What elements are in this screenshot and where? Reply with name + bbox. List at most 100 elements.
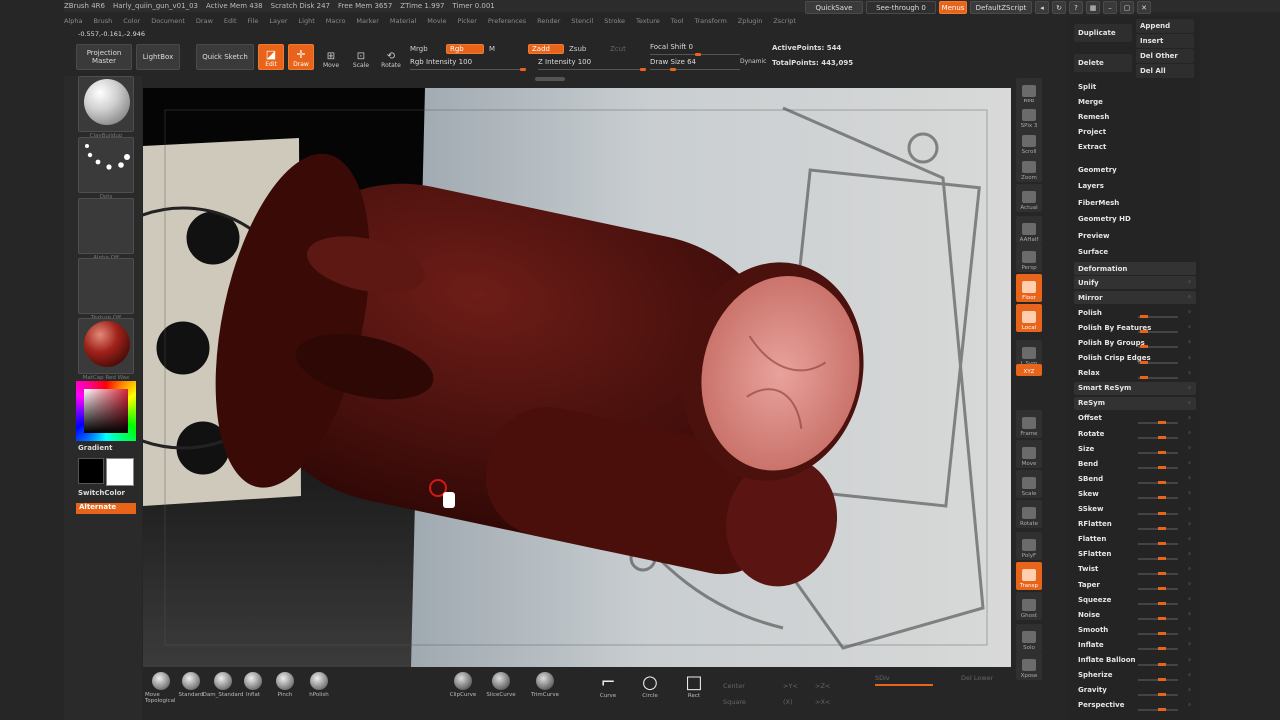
right-shelf-scale[interactable]: Scale [1016, 470, 1042, 498]
deformation-noise[interactable]: Noise ⁘ [1074, 608, 1196, 621]
options-icon[interactable]: ⁘ [1187, 400, 1192, 407]
shelf-collapse-handle[interactable] [535, 77, 565, 81]
slider-knob[interactable] [1140, 315, 1148, 319]
rotate-button[interactable]: ⟲ Rotate [378, 44, 404, 70]
deformation-polish-by-groups[interactable]: Polish By Groups ⁘ [1074, 336, 1196, 349]
refresh-icon[interactable]: ↻ [1052, 1, 1066, 14]
slider-knob[interactable] [1158, 511, 1166, 515]
deformation-relax[interactable]: Relax ⁘ [1074, 367, 1196, 380]
menu-file[interactable]: File [248, 17, 259, 25]
options-icon[interactable]: ⁘ [1187, 445, 1192, 452]
options-icon[interactable]: ⁘ [1187, 626, 1192, 633]
deformation-smooth[interactable]: Smooth ⁘ [1074, 623, 1196, 636]
maximize-icon[interactable]: ▢ [1120, 1, 1134, 14]
menu-light[interactable]: Light [299, 17, 315, 25]
deformation-slider-track[interactable] [1138, 451, 1178, 455]
options-icon[interactable]: ⁘ [1187, 672, 1192, 679]
gradient-label[interactable]: Gradient [78, 444, 112, 452]
section-preview[interactable]: Preview [1074, 229, 1196, 242]
deformation-sbend[interactable]: SBend ⁘ [1074, 472, 1196, 485]
options-icon[interactable]: ⁘ [1187, 279, 1192, 286]
options-icon[interactable]: ⁘ [1187, 702, 1192, 709]
deformation-slider-track[interactable] [1138, 556, 1178, 560]
right-shelf-ghost[interactable]: Ghost [1016, 592, 1042, 620]
options-icon[interactable]: ⁘ [1187, 309, 1192, 316]
projection-master-button[interactable]: Projection Master [76, 44, 132, 70]
options-icon[interactable]: ⁘ [1187, 460, 1192, 467]
menu-color[interactable]: Color [123, 17, 140, 25]
extract-button[interactable]: Extract [1074, 140, 1194, 154]
slider-knob[interactable] [1158, 587, 1166, 590]
alpha-slot[interactable]: Alpha Off [78, 198, 134, 261]
slider-knob[interactable] [1158, 707, 1166, 711]
deformation-resym[interactable]: ReSym ⁘ [1074, 396, 1196, 410]
deformation-slider-track[interactable] [1138, 436, 1178, 439]
slider-knob[interactable] [1158, 602, 1166, 606]
deformation-bend[interactable]: Bend ⁘ [1074, 457, 1196, 470]
slider-knob[interactable] [1140, 345, 1148, 349]
deformation-inflate-balloon[interactable]: Inflate Balloon ⁘ [1074, 654, 1196, 667]
deformation-skew[interactable]: Skew ⁘ [1074, 487, 1196, 500]
right-shelf-solo[interactable]: Solo [1016, 624, 1042, 652]
deformation-squeeze[interactable]: Squeeze ⁘ [1074, 593, 1196, 606]
deformation-slider-track[interactable] [1138, 526, 1178, 530]
section-geometry-hd[interactable]: Geometry HD [1074, 213, 1196, 226]
append-button[interactable]: Append [1136, 19, 1194, 33]
deformation-spherize[interactable]: Spherize ⁘ [1074, 669, 1196, 682]
section-fibermesh[interactable]: FiberMesh [1074, 196, 1196, 209]
see-through-slider[interactable]: See-through 0 [866, 1, 936, 14]
bottom-xx2-button[interactable]: >X< [815, 698, 830, 706]
deformation-polish-by-features[interactable]: Polish By Features ⁘ [1074, 321, 1196, 334]
slider-knob[interactable] [1158, 677, 1166, 681]
brush-slot[interactable]: ClayBuildup [78, 76, 134, 139]
slider-knob[interactable] [1158, 647, 1166, 651]
right-shelf-frame[interactable]: Frame [1016, 410, 1042, 438]
remesh-button[interactable]: Remesh [1074, 110, 1194, 124]
canvas-viewport[interactable] [143, 88, 1011, 667]
deformation-slider-track[interactable] [1138, 692, 1178, 696]
deformation-sskew[interactable]: SSkew ⁘ [1074, 503, 1196, 516]
slider-knob[interactable] [1158, 662, 1166, 666]
right-shelf-local[interactable]: Local [1016, 304, 1042, 332]
texture-slot[interactable]: Texture Off [78, 258, 134, 321]
bottom--z--button[interactable]: >Z< [815, 682, 830, 690]
deformation-slider-track[interactable] [1138, 330, 1178, 334]
deformation-slider-track[interactable] [1138, 511, 1178, 515]
menu-draw[interactable]: Draw [196, 17, 213, 25]
right-shelf-actual[interactable]: Actual [1016, 184, 1042, 212]
right-shelf-move[interactable]: Move [1016, 440, 1042, 468]
options-icon[interactable]: ⁘ [1187, 657, 1192, 664]
deformation-slider-track[interactable] [1138, 420, 1178, 424]
move-button[interactable]: ⊞ Move [318, 44, 344, 70]
bottom-sdiv-button[interactable]: SDiv [875, 674, 890, 682]
rgb-button[interactable]: Rgb [446, 44, 484, 54]
slider-knob[interactable] [1158, 496, 1166, 500]
stroke-curve-button[interactable]: ⌐ Curve [593, 672, 623, 708]
duplicate-button[interactable]: Duplicate [1074, 24, 1132, 42]
options-icon[interactable]: ⁘ [1187, 385, 1192, 392]
slider-knob[interactable] [1158, 632, 1166, 636]
slider-knob[interactable] [1158, 556, 1166, 560]
menu-transform[interactable]: Transform [694, 17, 726, 25]
deformation-unify[interactable]: Unify ⁘ [1074, 276, 1196, 289]
alternate-button[interactable]: Alternate [76, 503, 136, 514]
options-icon[interactable]: ⁘ [1187, 415, 1192, 422]
default-zscript-button[interactable]: DefaultZScript [970, 1, 1032, 14]
menu-material[interactable]: Material [390, 17, 416, 25]
options-icon[interactable]: ⁘ [1187, 687, 1192, 694]
slider-knob[interactable] [1158, 692, 1166, 696]
deformation-slider-track[interactable] [1138, 345, 1178, 349]
slider-knob[interactable] [1140, 330, 1148, 334]
right-shelf-xyz[interactable]: XYZ [1016, 364, 1042, 376]
deformation-taper[interactable]: Taper ⁘ [1074, 578, 1196, 591]
close-icon[interactable]: ✕ [1137, 1, 1151, 14]
layout-icon[interactable]: ▦ [1086, 1, 1100, 14]
menu-edit[interactable]: Edit [224, 17, 237, 25]
zadd-button[interactable]: Zadd [528, 44, 564, 54]
menu-stencil[interactable]: Stencil [571, 17, 593, 25]
section-geometry[interactable]: Geometry [1074, 163, 1196, 176]
options-icon[interactable]: ⁘ [1187, 581, 1192, 588]
brush-slicecurve[interactable]: SliceCurve [481, 672, 521, 708]
primary-color-swatch[interactable] [78, 458, 104, 484]
deformation-slider-track[interactable] [1138, 375, 1178, 379]
